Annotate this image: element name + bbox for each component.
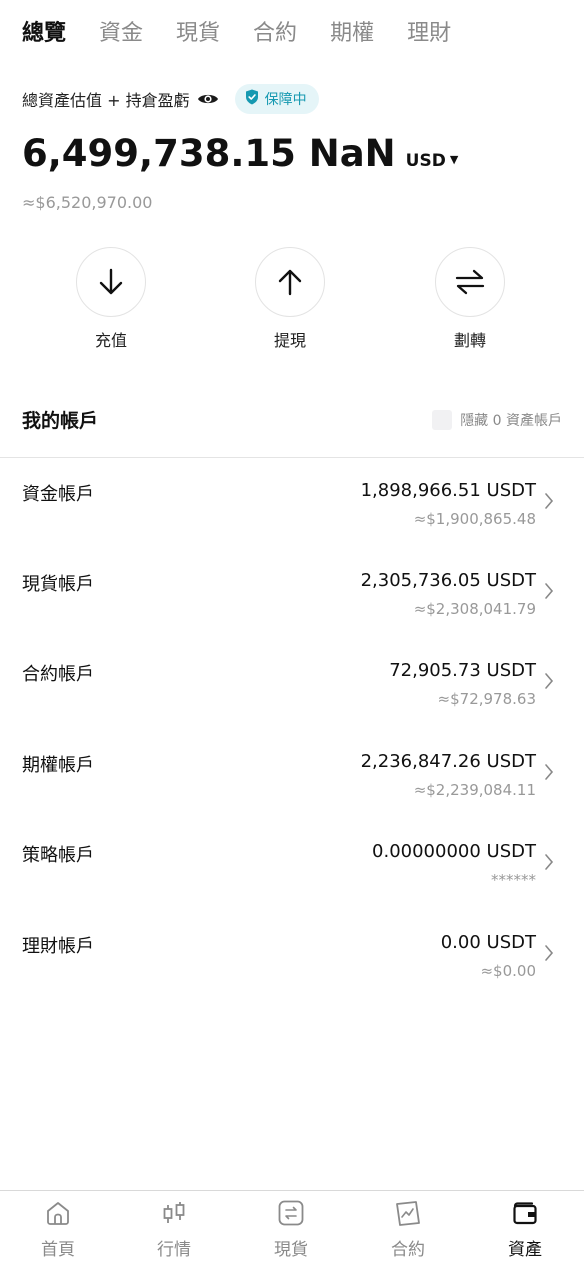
nav-home-label: 首頁 — [41, 1240, 75, 1260]
total-balance-approx: ≈$6,520,970.00 — [22, 193, 153, 212]
nav-assets-label: 資產 — [508, 1240, 542, 1260]
bottom-nav: 首頁 行情 現貨 合約 資產 — [0, 1190, 584, 1263]
nav-market[interactable]: 行情 — [116, 1191, 232, 1263]
section-divider — [0, 457, 584, 458]
account-name: 現貨帳戶 — [22, 574, 94, 595]
protection-badge-label: 保障中 — [264, 92, 307, 108]
withdraw-circle[interactable] — [255, 247, 325, 317]
nav-spot-label: 現貨 — [274, 1240, 308, 1260]
account-approx: ≈$72,978.63 — [437, 690, 536, 708]
deposit-circle[interactable] — [76, 247, 146, 317]
arrow-down-icon — [99, 268, 123, 295]
account-amount: 2,236,847.26 USDT — [360, 751, 536, 772]
account-approx: ≈$1,900,865.48 — [413, 510, 536, 528]
account-name: 資金帳戶 — [22, 484, 94, 505]
account-approx: ****** — [491, 871, 536, 889]
total-assets-label: 總資產估值 + 持倉盈虧 — [22, 91, 190, 110]
eye-icon[interactable] — [197, 90, 221, 108]
account-amount: 1,898,966.51 USDT — [360, 480, 536, 501]
currency-label: USD — [405, 151, 446, 171]
account-amount: 72,905.73 USDT — [389, 660, 536, 681]
hide-zero-label: 隱藏 0 資產帳戶 — [460, 412, 562, 429]
wallet-icon — [513, 1202, 537, 1225]
chevron-right-icon — [545, 673, 554, 689]
total-balance-value: 6,499,738.15 NaN — [22, 132, 396, 175]
futures-icon — [396, 1201, 420, 1226]
nav-assets[interactable]: 資產 — [467, 1191, 583, 1263]
tab-spot[interactable]: 現貨 — [176, 18, 220, 50]
account-row-strategy[interactable]: 策略帳戶 0.00000000 USDT ****** — [0, 841, 584, 921]
top-tab-bar: 總覽 資金 現貨 合約 期權 理財 — [22, 18, 451, 50]
account-approx: ≈$2,308,041.79 — [413, 600, 536, 618]
my-accounts-title: 我的帳戶 — [22, 410, 99, 432]
protection-badge[interactable]: 保障中 — [234, 84, 319, 114]
my-accounts-header: 我的帳戶 隱藏 0 資產帳戶 — [22, 406, 562, 433]
account-name: 期權帳戶 — [22, 755, 94, 776]
account-row-futures[interactable]: 合約帳戶 72,905.73 USDT ≈$72,978.63 — [0, 660, 584, 740]
tab-overview[interactable]: 總覽 — [22, 18, 66, 50]
chevron-right-icon — [545, 493, 554, 509]
account-name: 策略帳戶 — [22, 845, 94, 866]
account-row-earn[interactable]: 理財帳戶 0.00 USDT ≈$0.00 — [0, 932, 584, 1012]
nav-futures-label: 合約 — [391, 1240, 425, 1260]
nav-home[interactable]: 首頁 — [0, 1191, 116, 1263]
shield-check-icon — [245, 89, 259, 109]
account-row-options[interactable]: 期權帳戶 2,236,847.26 USDT ≈$2,239,084.11 — [0, 751, 584, 831]
nav-market-label: 行情 — [157, 1240, 191, 1260]
chevron-right-icon — [545, 764, 554, 780]
transfer-icon — [455, 269, 485, 295]
account-row-spot[interactable]: 現貨帳戶 2,305,736.05 USDT ≈$2,308,041.79 — [0, 570, 584, 650]
nav-futures[interactable]: 合約 — [350, 1191, 466, 1263]
total-balance-row: 6,499,738.15 NaN USD ▼ — [22, 132, 458, 175]
home-icon — [47, 1202, 69, 1225]
currency-selector[interactable]: USD ▼ — [406, 151, 459, 171]
account-approx: ≈$0.00 — [480, 962, 536, 980]
withdraw-label: 提現 — [273, 331, 306, 350]
transfer-button[interactable]: 劃轉 — [410, 247, 530, 351]
withdraw-button[interactable]: 提現 — [230, 247, 350, 351]
hide-zero-toggle[interactable]: 隱藏 0 資產帳戶 — [432, 409, 562, 430]
account-name: 理財帳戶 — [22, 936, 94, 957]
tab-funding[interactable]: 資金 — [99, 18, 143, 50]
account-amount: 0.00000000 USDT — [372, 841, 536, 862]
account-amount: 2,305,736.05 USDT — [360, 570, 536, 591]
caret-down-icon: ▼ — [449, 153, 459, 166]
nav-spot[interactable]: 現貨 — [233, 1191, 349, 1263]
asset-summary-header: 總資產估值 + 持倉盈虧 保障中 — [22, 84, 319, 114]
transfer-label: 劃轉 — [453, 331, 486, 350]
deposit-button[interactable]: 充值 — [51, 247, 171, 351]
chevron-right-icon — [545, 945, 554, 961]
arrow-up-icon — [278, 269, 302, 296]
deposit-label: 充值 — [94, 331, 127, 350]
account-amount: 0.00 USDT — [440, 932, 536, 953]
tab-options[interactable]: 期權 — [330, 18, 374, 50]
transfer-circle[interactable] — [435, 247, 505, 317]
account-name: 合約帳戶 — [22, 664, 94, 685]
chevron-right-icon — [545, 854, 554, 870]
account-approx: ≈$2,239,084.11 — [413, 781, 536, 799]
tab-futures[interactable]: 合約 — [253, 18, 297, 50]
chevron-right-icon — [545, 583, 554, 599]
tab-earn[interactable]: 理財 — [407, 18, 451, 50]
spot-trade-icon — [278, 1200, 304, 1226]
account-row-funding[interactable]: 資金帳戶 1,898,966.51 USDT ≈$1,900,865.48 — [0, 480, 584, 560]
hide-zero-checkbox[interactable] — [432, 409, 453, 430]
candlestick-icon — [163, 1202, 185, 1223]
